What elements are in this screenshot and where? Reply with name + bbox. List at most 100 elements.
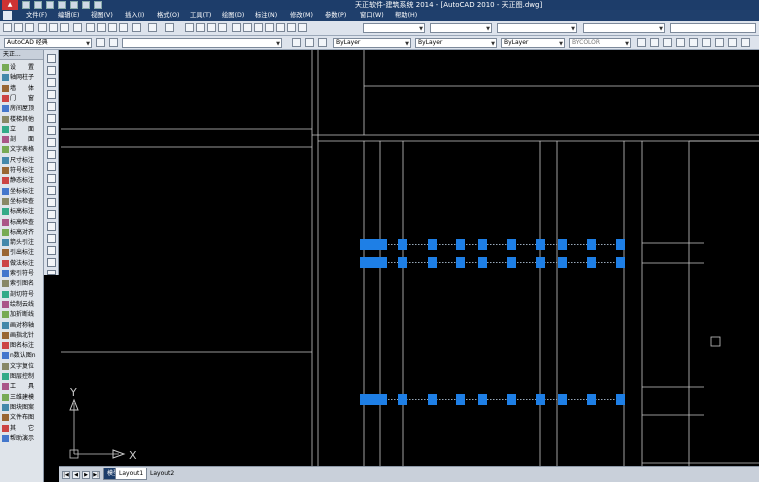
construction-line-icon[interactable]: [47, 66, 56, 75]
palette-item[interactable]: 标高标注: [0, 207, 44, 216]
undo-icon[interactable]: [58, 1, 66, 9]
qnew-icon[interactable]: [3, 23, 12, 32]
plot-icon[interactable]: [38, 23, 47, 32]
arc-icon[interactable]: [47, 114, 56, 123]
markup-icon[interactable]: [276, 23, 285, 32]
region-icon[interactable]: [47, 246, 56, 255]
zoom-window-icon[interactable]: [207, 23, 216, 32]
palette-item[interactable]: 静态标注: [0, 176, 44, 185]
palette-item[interactable]: 门 窗: [0, 94, 44, 103]
menu-draw[interactable]: 绘图(D): [222, 10, 244, 21]
open-file-icon[interactable]: [34, 1, 42, 9]
palette-item[interactable]: 设 置: [0, 63, 44, 72]
polygon-icon[interactable]: [47, 90, 56, 99]
visual-style-icon[interactable]: [715, 38, 724, 47]
open-icon[interactable]: [14, 23, 23, 32]
line-icon[interactable]: [47, 54, 56, 63]
menu-file[interactable]: 文件(F): [26, 10, 47, 21]
palette-item[interactable]: 墙 体: [0, 84, 44, 93]
table-style-combo[interactable]: ▼: [497, 23, 577, 33]
quick-access-dropdown-icon[interactable]: [94, 1, 102, 9]
palette-item[interactable]: 坐标标注: [0, 187, 44, 196]
palette-item[interactable]: 图层控制: [0, 372, 44, 381]
hatch-icon[interactable]: [47, 222, 56, 231]
make-block-icon[interactable]: [47, 198, 56, 207]
menu-help[interactable]: 帮助(H): [395, 10, 417, 21]
palette-item[interactable]: 加折断线: [0, 310, 44, 319]
materials-icon[interactable]: [676, 38, 685, 47]
application-menu-button[interactable]: ▲: [2, 0, 18, 10]
document-icon[interactable]: [3, 11, 12, 20]
layer-properties-icon[interactable]: [109, 38, 118, 47]
view-icon[interactable]: [650, 38, 659, 47]
tab-layout2[interactable]: Layout2: [147, 468, 177, 480]
menu-edit[interactable]: 编辑(E): [58, 10, 80, 21]
text-style-combo[interactable]: ▼: [363, 23, 425, 33]
menu-format[interactable]: 格式(O): [157, 10, 179, 21]
3d-print-icon[interactable]: [73, 23, 82, 32]
layer-previous-icon[interactable]: [305, 38, 314, 47]
cut-icon[interactable]: [86, 23, 95, 32]
palette-item[interactable]: 图名标注: [0, 341, 44, 350]
linetype-combo[interactable]: ByLayer ▼: [415, 38, 497, 48]
copy-icon[interactable]: [97, 23, 106, 32]
design-center-icon[interactable]: [243, 23, 252, 32]
menu-dimension[interactable]: 标注(N): [255, 10, 277, 21]
palette-item[interactable]: 剖切符号: [0, 290, 44, 299]
workspace-settings-icon[interactable]: [96, 38, 105, 47]
publish-icon[interactable]: [60, 23, 69, 32]
block-editor-icon[interactable]: [132, 23, 141, 32]
palette-item[interactable]: 符号标注: [0, 166, 44, 175]
palette-item[interactable]: 坐标检查: [0, 197, 44, 206]
palette-item[interactable]: 标高检查: [0, 218, 44, 227]
paste-icon[interactable]: [108, 23, 117, 32]
tab-layout1[interactable]: Layout1: [115, 468, 148, 480]
quickcalc-icon[interactable]: [287, 23, 296, 32]
plot-preview-icon[interactable]: [49, 23, 58, 32]
palette-item[interactable]: 文字表格: [0, 145, 44, 154]
menu-window[interactable]: 窗口(W): [360, 10, 384, 21]
gradient-icon[interactable]: [47, 234, 56, 243]
insert-block-icon[interactable]: [47, 186, 56, 195]
palette-item[interactable]: 剖 面: [0, 135, 44, 144]
new-file-icon[interactable]: [22, 1, 30, 9]
palette-item[interactable]: 文件布图: [0, 413, 44, 422]
redo-icon[interactable]: [70, 1, 78, 9]
sheet-set-icon[interactable]: [265, 23, 274, 32]
circle-icon[interactable]: [47, 126, 56, 135]
save-icon[interactable]: [25, 23, 34, 32]
palette-item[interactable]: 索引图名: [0, 279, 44, 288]
multiline-text-icon[interactable]: [47, 270, 56, 275]
sun-icon[interactable]: [702, 38, 711, 47]
palette-item[interactable]: 做法标注: [0, 259, 44, 268]
walk-icon[interactable]: [728, 38, 737, 47]
palette-item[interactable]: n数认图n: [0, 351, 44, 360]
palette-item[interactable]: 楼梯其他: [0, 115, 44, 124]
command-search-combo[interactable]: [670, 23, 756, 33]
palette-item[interactable]: 三维建模: [0, 393, 44, 402]
palette-item[interactable]: 房间屋顶: [0, 104, 44, 113]
palette-item[interactable]: 绘制云线: [0, 300, 44, 309]
menu-modify[interactable]: 修改(M): [290, 10, 313, 21]
plot-icon[interactable]: [82, 1, 90, 9]
plot-style-combo[interactable]: BYCOLOR ▼: [569, 38, 631, 48]
redo-icon[interactable]: [165, 23, 174, 32]
pan-icon[interactable]: [185, 23, 194, 32]
palette-item[interactable]: 引出标注: [0, 248, 44, 257]
spline-icon[interactable]: [47, 150, 56, 159]
next-tab-icon[interactable]: ▶: [82, 471, 90, 479]
zoom-realtime-icon[interactable]: [196, 23, 205, 32]
lights-icon[interactable]: [663, 38, 672, 47]
workspace-combo[interactable]: AutoCAD 经典 ▼: [4, 38, 92, 48]
help-icon[interactable]: [298, 23, 307, 32]
zoom-previous-icon[interactable]: [218, 23, 227, 32]
polyline-icon[interactable]: [47, 78, 56, 87]
properties-icon[interactable]: [232, 23, 241, 32]
palette-item[interactable]: 箭头引注: [0, 238, 44, 247]
ellipse-icon[interactable]: [47, 162, 56, 171]
table-icon[interactable]: [47, 258, 56, 267]
prev-tab-icon[interactable]: ◀: [72, 471, 80, 479]
menu-parametric[interactable]: 参数(P): [325, 10, 346, 21]
ellipse-arc-icon[interactable]: [47, 174, 56, 183]
save-icon[interactable]: [46, 1, 54, 9]
